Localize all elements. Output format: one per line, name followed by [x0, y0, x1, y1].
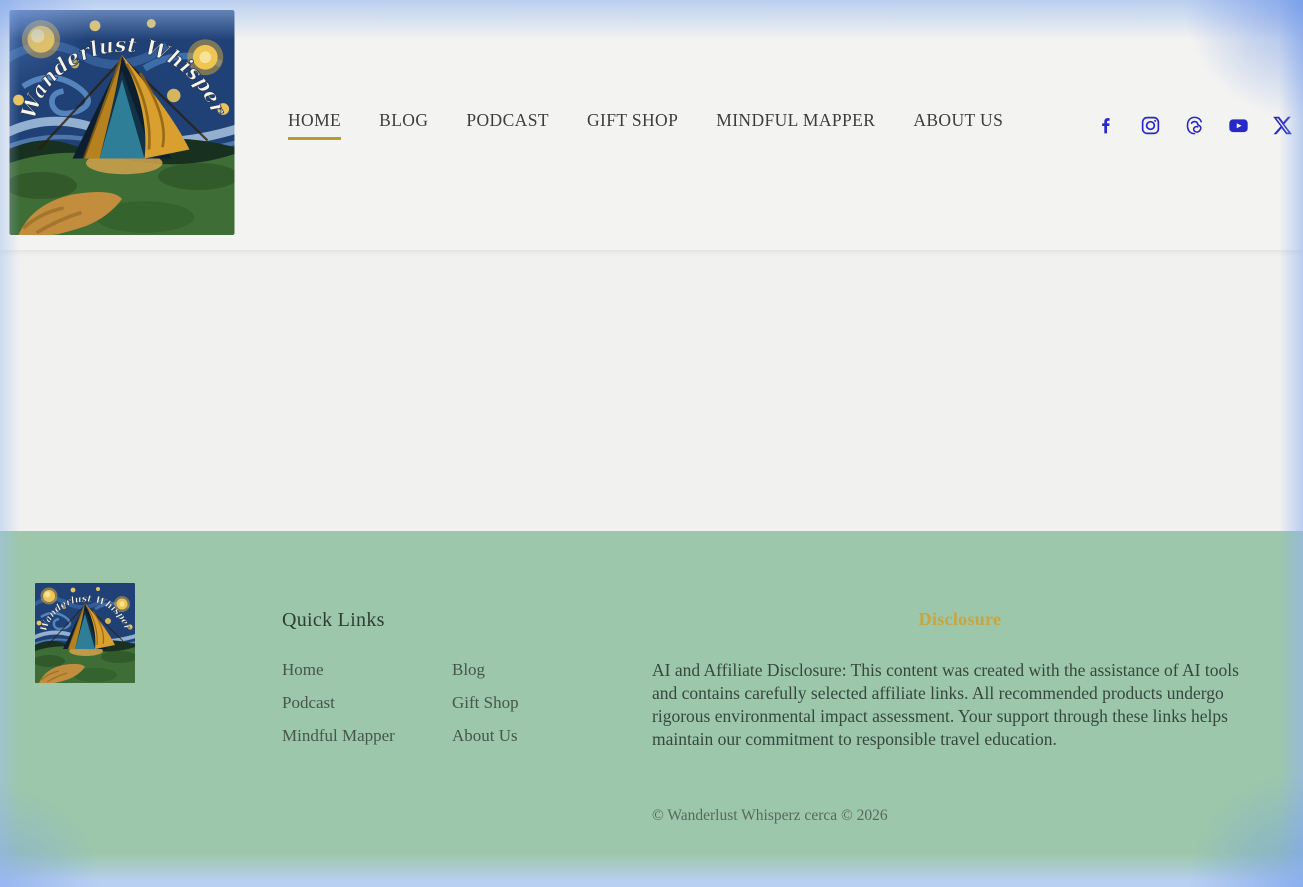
site-logo-image: [9, 10, 235, 235]
quick-links-column-1: Home Podcast Mindful Mapper: [282, 653, 395, 752]
main-nav: HOME BLOG PODCAST GIFT SHOP MINDFUL MAPP…: [288, 0, 1003, 250]
x-twitter-icon[interactable]: [1272, 115, 1293, 136]
nav-item-mindful-mapper[interactable]: MINDFUL MAPPER: [716, 110, 875, 140]
footer-link-home[interactable]: Home: [282, 653, 395, 686]
social-links: [1096, 0, 1293, 250]
disclosure-text: AI and Affiliate Disclosure: This conten…: [652, 659, 1262, 751]
instagram-icon[interactable]: [1140, 115, 1161, 136]
footer-link-about-us[interactable]: About Us: [452, 719, 519, 752]
footer-link-blog[interactable]: Blog: [452, 653, 519, 686]
youtube-icon[interactable]: [1228, 115, 1249, 136]
site-footer: Quick Links Home Podcast Mindful Mapper …: [0, 531, 1303, 887]
site-logo[interactable]: [9, 10, 235, 235]
main-content: [0, 250, 1303, 531]
footer-link-podcast[interactable]: Podcast: [282, 686, 395, 719]
nav-item-blog[interactable]: BLOG: [379, 110, 428, 140]
facebook-icon[interactable]: [1096, 115, 1117, 136]
disclosure-heading: Disclosure: [652, 609, 1268, 630]
footer-logo-image: [35, 583, 135, 683]
nav-item-about-us[interactable]: ABOUT US: [913, 110, 1003, 140]
page: HOME BLOG PODCAST GIFT SHOP MINDFUL MAPP…: [0, 0, 1303, 887]
threads-icon[interactable]: [1184, 115, 1205, 136]
nav-item-home[interactable]: HOME: [288, 110, 341, 140]
footer-link-mindful-mapper[interactable]: Mindful Mapper: [282, 719, 395, 752]
quick-links-heading: Quick Links: [282, 609, 385, 632]
site-header: HOME BLOG PODCAST GIFT SHOP MINDFUL MAPP…: [0, 0, 1303, 250]
nav-item-podcast[interactable]: PODCAST: [466, 110, 549, 140]
quick-links-column-2: Blog Gift Shop About Us: [452, 653, 519, 752]
footer-logo[interactable]: [35, 583, 135, 683]
copyright-text: © Wanderlust Whisperz cerca © 2026: [652, 807, 888, 825]
nav-item-gift-shop[interactable]: GIFT SHOP: [587, 110, 678, 140]
footer-link-gift-shop[interactable]: Gift Shop: [452, 686, 519, 719]
